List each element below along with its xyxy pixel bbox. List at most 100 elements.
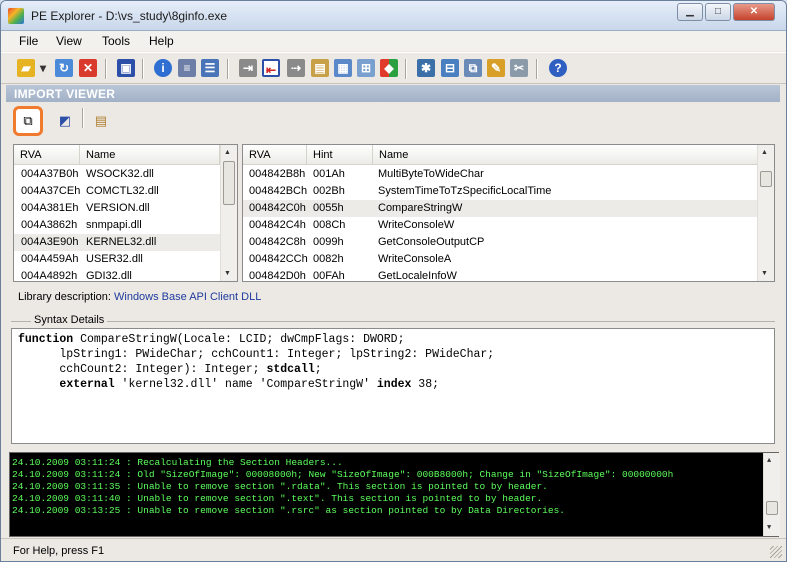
minimize-button[interactable]: ▁: [677, 3, 703, 21]
resize-grip-icon[interactable]: [770, 546, 782, 558]
disassembler-icon[interactable]: ◆: [380, 59, 398, 77]
delay-import-icon[interactable]: ⇢: [287, 59, 305, 77]
status-text: For Help, press F1: [13, 545, 105, 557]
function-row[interactable]: 004842CCh 0082h WriteConsoleA: [243, 251, 757, 268]
hint-cell: 0099h: [313, 236, 344, 248]
tree-icon[interactable]: ⊟: [441, 59, 459, 77]
maximize-button[interactable]: □: [705, 3, 731, 21]
section-title: IMPORT VIEWER: [6, 85, 780, 102]
debug-icon[interactable]: ▦: [334, 59, 352, 77]
library-row[interactable]: 004A381Eh VERSION.dll: [14, 200, 220, 217]
name-cell: KERNEL32.dll: [86, 236, 157, 248]
library-list-scrollbar[interactable]: ▲ ▼: [220, 145, 237, 281]
log-line: 24.10.2009 03:11:24 : Old "SizeOfImage":…: [12, 469, 674, 480]
name-cell: COMCTL32.dll: [86, 185, 159, 197]
menu-view[interactable]: View: [56, 34, 82, 48]
name-cell: WriteConsoleW: [378, 219, 455, 231]
log-scrollbar[interactable]: ▲ ▼: [763, 453, 780, 536]
name-cell: GetLocaleInfoW: [378, 270, 457, 282]
library-row[interactable]: 004A3862h snmpapi.dll: [14, 217, 220, 234]
log-line: 24.10.2009 03:11:24 : Recalculating the …: [12, 457, 343, 468]
function-row[interactable]: 004842D0h 00FAh GetLocaleInfoW: [243, 268, 757, 285]
library-description: Library description: Windows Base API Cl…: [18, 291, 261, 303]
library-row[interactable]: 004A37CEh COMCTL32.dll: [14, 183, 220, 200]
syntax-line: lpString1: PWideChar; cchCount1: Integer…: [18, 348, 495, 361]
sections-icon[interactable]: ☰: [201, 59, 219, 77]
rva-cell: 004842C0h: [249, 202, 306, 214]
tools-icon[interactable]: ✎: [487, 59, 505, 77]
column-header-rva[interactable]: RVA: [14, 145, 80, 165]
imports-icon[interactable]: ⇤: [262, 59, 280, 77]
rva-cell: 004842D0h: [249, 270, 306, 282]
syntax-line: cchCount2: Integer): Integer; stdcall;: [18, 363, 322, 376]
view-icon[interactable]: ◩: [53, 109, 77, 133]
name-cell: GetConsoleOutputCP: [378, 236, 485, 248]
dependency-icon[interactable]: ⊞: [357, 59, 375, 77]
function-row[interactable]: 004842C4h 008Ch WriteConsoleW: [243, 217, 757, 234]
rva-cell: 004842BCh: [249, 185, 308, 197]
function-row[interactable]: 004842BCh 002Bh SystemTimeToTzSpecificLoca…: [243, 183, 757, 200]
rva-cell: 004A37B0h: [21, 168, 79, 180]
compare-icon[interactable]: ⧉: [464, 59, 482, 77]
name-cell: VERSION.dll: [86, 202, 150, 214]
reload-icon[interactable]: ↻: [55, 59, 73, 77]
hint-cell: 002Bh: [313, 185, 345, 197]
log-line: 24.10.2009 03:11:40 : Unable to remove s…: [12, 493, 543, 504]
library-row[interactable]: 004A4892h GDI32.dll: [14, 268, 220, 285]
save-icon[interactable]: ▣: [117, 59, 135, 77]
function-list-scrollbar[interactable]: ▲ ▼: [757, 145, 774, 281]
exports-icon[interactable]: ⇥: [239, 59, 257, 77]
rva-cell: 004842C8h: [249, 236, 306, 248]
rva-cell: 004A3E90h: [21, 236, 79, 248]
properties-icon[interactable]: ▤: [89, 109, 113, 133]
rva-cell: 004A4892h: [21, 270, 78, 282]
settings-gear-icon[interactable]: ✱: [417, 59, 435, 77]
close-file-icon[interactable]: ✕: [79, 59, 97, 77]
main-window: PE Explorer - D:\vs_study\8ginfo.exe ▁ □…: [0, 0, 787, 562]
library-description-value: Windows Base API Client DLL: [114, 291, 262, 303]
dropdown-arrow-icon[interactable]: ▾: [38, 59, 48, 77]
library-row[interactable]: 004A459Ah USER32.dll: [14, 251, 220, 268]
open-folder-icon[interactable]: ▰: [17, 59, 35, 77]
log-line: 24.10.2009 03:13:25 : Unable to remove s…: [12, 505, 565, 516]
menu-file[interactable]: File: [19, 34, 38, 48]
library-row[interactable]: 004A3E90h KERNEL32.dll: [14, 234, 220, 251]
function-row[interactable]: 004842C0h 0055h CompareStringW: [243, 200, 757, 217]
library-row[interactable]: 004A37B0h WSOCK32.dll: [14, 166, 220, 183]
syntax-line: external 'kernel32.dll' name 'CompareStr…: [59, 378, 440, 391]
column-header-rva[interactable]: RVA: [243, 145, 307, 165]
name-cell: USER32.dll: [86, 253, 143, 265]
plugins-icon[interactable]: ✂: [510, 59, 528, 77]
headers-icon[interactable]: ≡: [178, 59, 196, 77]
viewer-toolbar: ⧉ ◩ ▤: [6, 104, 780, 138]
library-description-label: Library description:: [18, 291, 111, 303]
rva-cell: 004A37CEh: [21, 185, 81, 197]
copy-icon[interactable]: ⧉: [13, 106, 43, 136]
info-icon[interactable]: i: [154, 59, 172, 77]
column-header-hint[interactable]: Hint: [307, 145, 373, 165]
rva-cell: 004A3862h: [21, 219, 78, 231]
function-row[interactable]: 004842B8h 001Ah MultiByteToWideChar: [243, 166, 757, 183]
column-header-name[interactable]: Name: [373, 145, 758, 165]
log-line: 24.10.2009 03:11:35 : Unable to remove s…: [12, 481, 548, 492]
rva-cell: 004842CCh: [249, 253, 308, 265]
syntax-details-label: Syntax Details: [31, 314, 108, 326]
name-cell: WSOCK32.dll: [86, 168, 154, 180]
close-button[interactable]: ✕: [733, 3, 775, 21]
resources-icon[interactable]: ▤: [311, 59, 329, 77]
log-output[interactable]: 24.10.2009 03:11:24 : Recalculating the …: [9, 452, 780, 537]
menu-help[interactable]: Help: [149, 34, 174, 48]
help-icon[interactable]: ?: [549, 59, 567, 77]
name-cell: SystemTimeToTzSpecificLocalTime: [378, 185, 552, 197]
syntax-line: function CompareStringW(Locale: LCID; dw…: [18, 333, 405, 346]
library-list: RVA Name 004A37B0h WSOCK32.dll 004A37CEh CO…: [13, 144, 238, 282]
function-list: RVA Hint Name 004842B8h 001Ah MultiByteToW…: [242, 144, 775, 282]
hint-cell: 0082h: [313, 253, 344, 265]
column-header-name[interactable]: Name: [80, 145, 220, 165]
rva-cell: 004842B8h: [249, 168, 306, 180]
rva-cell: 004842C4h: [249, 219, 306, 231]
function-row[interactable]: 004842C8h 0099h GetConsoleOutputCP: [243, 234, 757, 251]
name-cell: MultiByteToWideChar: [378, 168, 484, 180]
menu-tools[interactable]: Tools: [102, 34, 130, 48]
syntax-details-text[interactable]: function CompareStringW(Locale: LCID; dw…: [11, 328, 775, 444]
